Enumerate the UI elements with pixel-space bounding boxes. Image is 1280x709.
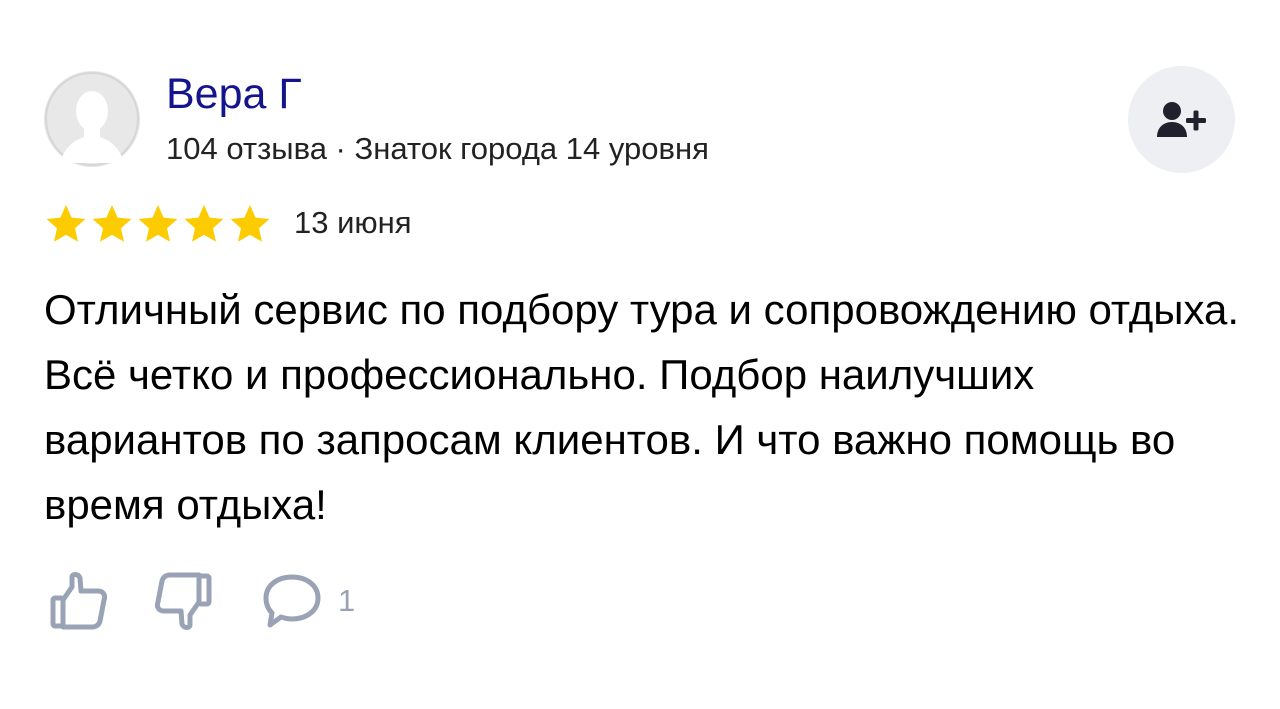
thumbs-up-icon (50, 572, 108, 630)
author-name[interactable]: Вера Г (166, 68, 302, 120)
author-meta: 104 отзыва · Знаток города 14 уровня (166, 131, 709, 166)
star-icon (228, 204, 272, 244)
avatar[interactable] (44, 71, 140, 167)
review-date: 13 июня (294, 205, 412, 240)
dislike-button[interactable] (154, 571, 214, 631)
star-icon (44, 204, 88, 244)
comment-button[interactable]: 1 (262, 571, 355, 631)
comment-count: 1 (338, 583, 356, 618)
star-icon (90, 204, 134, 244)
speech-bubble-icon (263, 574, 321, 628)
subscribe-button[interactable] (1128, 66, 1235, 173)
star-icon (136, 204, 180, 244)
rating-stars (44, 204, 272, 244)
like-button[interactable] (48, 571, 108, 631)
review-text: Отличный сервис по подбору тура и сопров… (44, 286, 1240, 528)
review-actions: 1 (48, 568, 355, 634)
star-icon (182, 204, 226, 244)
user-silhouette-icon (45, 72, 139, 166)
user-plus-icon (1156, 101, 1206, 137)
thumbs-down-icon (154, 572, 212, 630)
